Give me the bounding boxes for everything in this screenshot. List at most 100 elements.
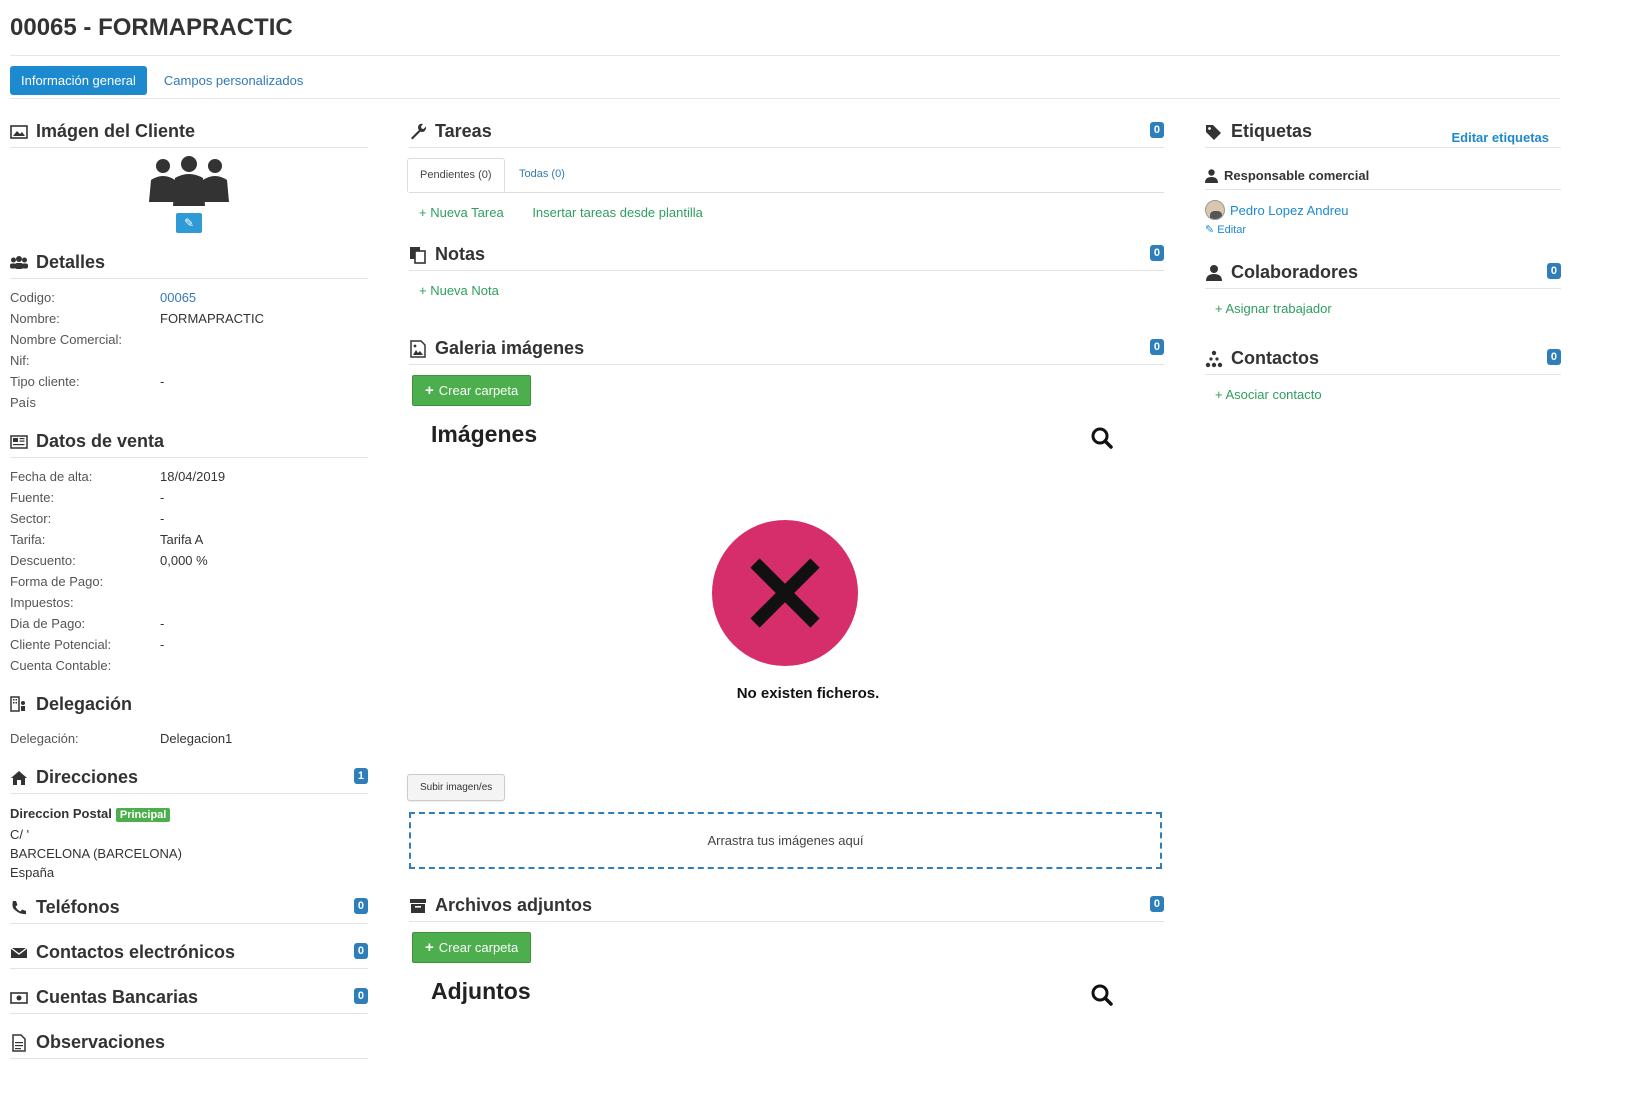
count-badge: 0	[353, 943, 368, 959]
address-line: España	[10, 865, 55, 880]
picture-icon	[10, 123, 32, 141]
main-tabs: Información general Campos personalizado…	[10, 66, 314, 95]
home-icon	[10, 769, 32, 787]
venta-row: Descuento: 0,000 %	[10, 553, 208, 568]
editar-responsable-link[interactable]: ✎ Editar	[1205, 224, 1246, 236]
tareas-section: Tareas 0 Pendientes (0) Todas (0) + Nuev…	[407, 120, 1164, 220]
telefonos-section: Teléfonos 0	[10, 896, 368, 924]
search-icon[interactable]	[1090, 983, 1114, 1007]
venta-row: Sector: -	[10, 511, 165, 526]
etiquetas-section: Etiquetas Editar etiquetas	[1205, 120, 1561, 148]
newspaper-icon	[10, 433, 32, 451]
image-file-icon	[409, 339, 431, 358]
galeria-section: Galeria imágenes 0	[409, 337, 1164, 365]
asociar-contacto-link[interactable]: + Asociar contacto	[1215, 387, 1322, 402]
contactos-section: Contactos 0 + Asociar contacto	[1205, 347, 1561, 402]
image-dropzone[interactable]: Arrastra tus imágenes aquí	[409, 812, 1162, 869]
bancarias-section: Cuentas Bancarias 0	[10, 986, 368, 1014]
crear-carpeta-button[interactable]: + Crear carpeta	[412, 375, 532, 406]
venta-row: Tarifa: Tarifa A	[10, 532, 204, 547]
adjuntos-heading: Adjuntos	[431, 978, 531, 1004]
venta-row: Impuestos:	[10, 595, 74, 610]
divider	[10, 98, 1560, 99]
section-title: Imágen del Cliente	[10, 120, 368, 148]
copy-icon	[409, 246, 431, 264]
electronicos-section: Contactos electrónicos 0	[10, 941, 368, 969]
venta-row: Cliente Potencial: -	[10, 637, 165, 652]
sitemap-icon	[1205, 350, 1227, 368]
subir-imagenes-button[interactable]: Subir imagen/es	[407, 774, 506, 801]
direcciones-section: Direcciones 1 Direccion Postal Principal …	[10, 766, 368, 882]
detail-row: Nombre: FORMAPRACTIC	[10, 311, 264, 326]
detalles-section: Detalles Codigo: 00065 Nombre: FORMAPRACTI…	[10, 251, 368, 413]
address-name: Direccion Postal	[10, 806, 112, 821]
count-badge: 0	[1149, 122, 1164, 138]
crear-carpeta-adjuntos-button[interactable]: + Crear carpeta	[412, 932, 532, 963]
avatar	[1205, 200, 1225, 220]
venta-row: Forma de Pago:	[10, 574, 104, 589]
empty-message: No existen ficheros.	[736, 685, 880, 702]
tab-pendientes[interactable]: Pendientes (0)	[407, 158, 505, 192]
delegacion-section: Delegación Delegación: Delegacion1	[10, 692, 368, 749]
envelope-icon	[10, 944, 32, 962]
count-badge: 0	[1546, 349, 1561, 365]
wrench-icon	[409, 123, 431, 141]
observaciones-section: Observaciones	[10, 1031, 368, 1059]
customer-group-icon	[149, 156, 229, 206]
count-badge: 0	[1546, 263, 1561, 279]
document-icon	[10, 1033, 32, 1052]
adjuntos-section: Archivos adjuntos 0	[409, 894, 1164, 922]
count-badge: 0	[1149, 896, 1164, 912]
error-x-icon	[712, 520, 858, 666]
search-icon[interactable]	[1090, 426, 1114, 450]
count-badge: 0	[1149, 245, 1164, 261]
divider	[10, 55, 1560, 56]
building-icon	[10, 695, 32, 713]
count-badge: 0	[353, 898, 368, 914]
asignar-trabajador-link[interactable]: + Asignar trabajador	[1215, 301, 1332, 316]
address-line: C/ '	[10, 827, 30, 842]
tab-todas[interactable]: Todas (0)	[507, 158, 577, 190]
users-icon	[10, 254, 32, 272]
page-title: 00065 - FORMAPRACTIC	[10, 14, 293, 41]
user-tie-icon	[1205, 168, 1224, 183]
plus-icon: +	[425, 382, 434, 399]
venta-row: Cuenta Contable:	[10, 658, 112, 673]
user-icon	[1205, 264, 1227, 282]
count-badge: 1	[353, 768, 368, 784]
venta-row: Dia de Pago: -	[10, 616, 165, 631]
tab-informacion-general[interactable]: Información general	[10, 66, 147, 95]
detail-row: País	[10, 395, 37, 410]
detail-row: Nif:	[10, 353, 30, 368]
tab-campos-personalizados[interactable]: Campos personalizados	[153, 66, 314, 95]
nueva-tarea-link[interactable]: + Nueva Tarea	[419, 205, 504, 220]
archive-icon	[409, 897, 431, 915]
imagen-section: Imágen del Cliente ✎	[10, 120, 368, 233]
notas-section: Notas 0 + Nueva Nota	[409, 243, 1164, 298]
detail-row: Nombre Comercial:	[10, 332, 122, 347]
codigo-link[interactable]: 00065	[160, 287, 196, 308]
venta-row: Fuente: -	[10, 490, 165, 505]
editar-etiquetas-link[interactable]: Editar etiquetas	[1451, 130, 1549, 145]
insertar-plantilla-link[interactable]: Insertar tareas desde plantilla	[532, 205, 703, 220]
nueva-nota-link[interactable]: + Nueva Nota	[419, 283, 499, 298]
count-badge: 0	[1149, 339, 1164, 355]
responsable-link[interactable]: Pedro Lopez Andreu	[1230, 203, 1349, 218]
imagenes-heading: Imágenes	[431, 421, 538, 447]
venta-section: Datos de venta Fecha de alta: 18/04/2019 …	[10, 430, 368, 676]
responsable-section: Responsable comercial Pedro Lopez Andreu…	[1205, 168, 1561, 236]
edit-icon: ✎	[1205, 224, 1215, 236]
tags-icon	[1205, 123, 1227, 141]
money-icon	[10, 989, 32, 1007]
principal-badge: Principal	[115, 808, 171, 822]
plus-icon: +	[425, 939, 434, 956]
colaboradores-section: Colaboradores 0 + Asignar trabajador	[1205, 261, 1561, 316]
address-line: BARCELONA (BARCELONA)	[10, 846, 182, 861]
detail-row: Codigo: 00065	[10, 287, 368, 308]
delegacion-row: Delegación: Delegacion1	[10, 731, 233, 746]
phone-icon	[10, 899, 32, 917]
edit-image-button[interactable]: ✎	[176, 213, 202, 233]
venta-row: Fecha de alta: 18/04/2019	[10, 469, 226, 484]
count-badge: 0	[353, 988, 368, 1004]
detail-row: Tipo cliente: -	[10, 374, 165, 389]
